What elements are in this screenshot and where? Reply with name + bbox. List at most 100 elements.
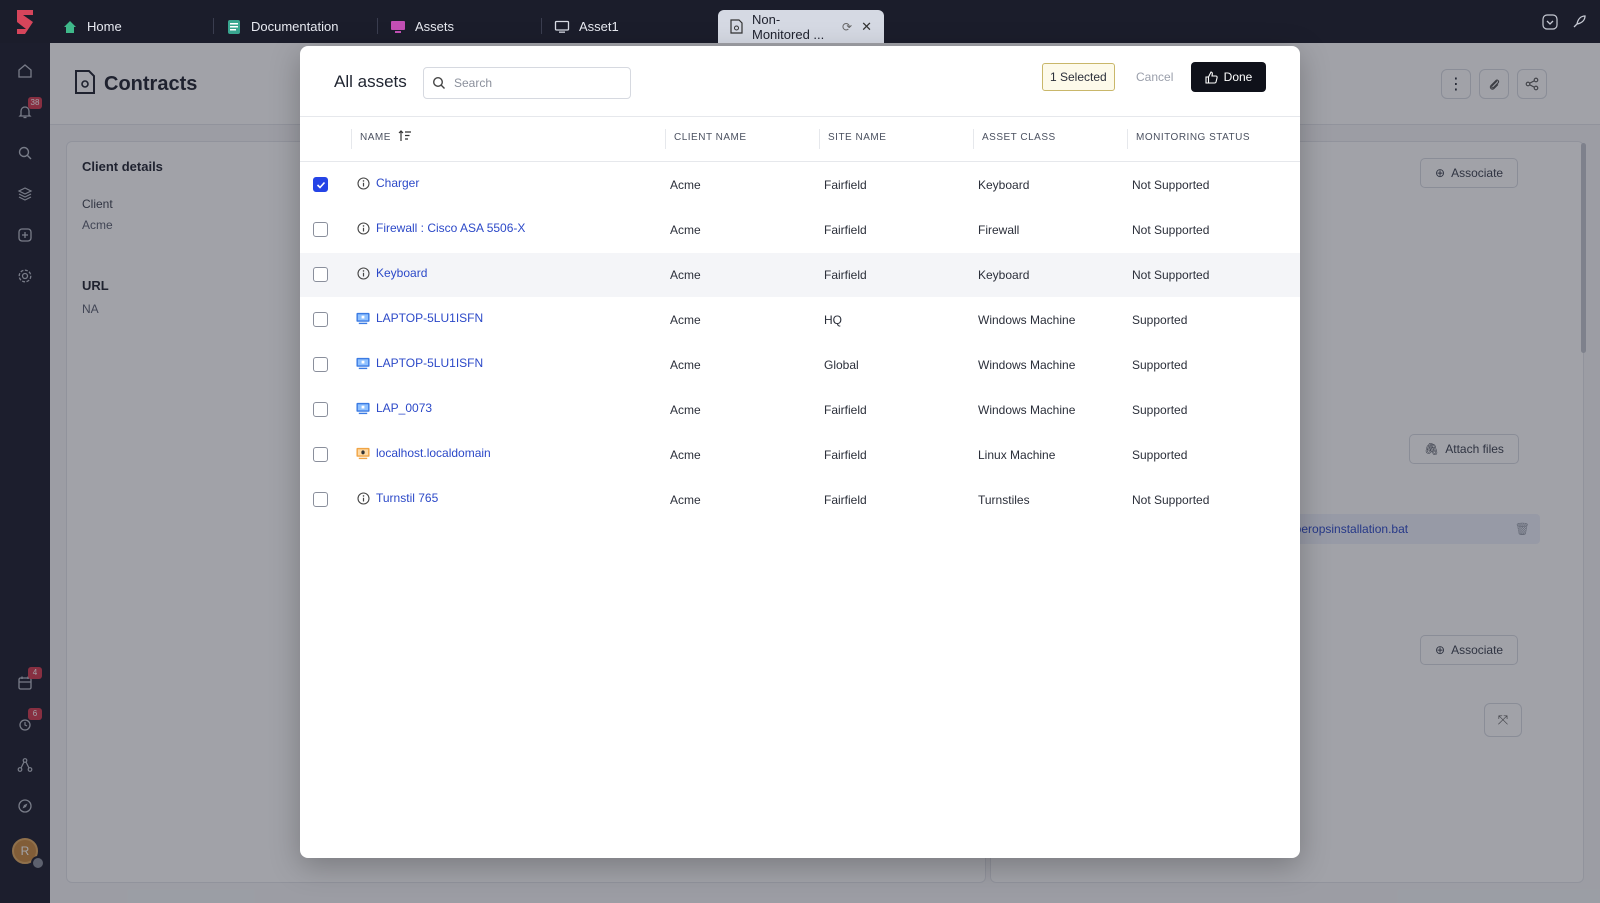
search-box[interactable]: [423, 67, 631, 99]
client-name-cell: Acme: [670, 403, 701, 417]
asset-name-link[interactable]: Charger: [376, 176, 419, 190]
asset-name-link[interactable]: Keyboard: [376, 266, 427, 280]
windows-machine-icon: [356, 401, 370, 415]
asset-class-cell: Firewall: [978, 223, 1020, 237]
site-name-cell: HQ: [824, 313, 842, 327]
row-checkbox[interactable]: [313, 402, 328, 417]
column-header-monitoring-status[interactable]: MONITORING STATUS: [1136, 132, 1250, 143]
column-header-site-name[interactable]: SITE NAME: [828, 132, 886, 143]
asset-name-link[interactable]: LAPTOP-5LU1ISFN: [376, 311, 483, 325]
check-icon: [316, 181, 325, 189]
cancel-button[interactable]: Cancel: [1136, 70, 1173, 84]
monitoring-status-cell: Not Supported: [1132, 178, 1210, 192]
client-name-cell: Acme: [670, 448, 701, 462]
column-header-asset-class[interactable]: ASSET CLASS: [982, 132, 1056, 143]
row-checkbox[interactable]: [313, 177, 328, 192]
table-row[interactable]: Keyboard Acme Fairfield Keyboard Not Sup…: [300, 253, 1300, 297]
table-row[interactable]: Firewall : Cisco ASA 5506-X Acme Fairfie…: [300, 208, 1300, 252]
site-name-cell: Fairfield: [824, 268, 867, 282]
sort-icon[interactable]: [398, 129, 412, 148]
table-row[interactable]: LAPTOP-5LU1ISFN Acme HQ Windows Machine …: [300, 298, 1300, 342]
tab-label: Assets: [415, 19, 455, 34]
monitoring-status-cell: Supported: [1132, 313, 1188, 327]
site-name-cell: Global: [824, 358, 859, 372]
done-button[interactable]: Done: [1191, 62, 1266, 92]
selected-count-badge: 1 Selected: [1042, 63, 1115, 91]
row-checkbox[interactable]: [313, 222, 328, 237]
info-icon: [356, 266, 370, 280]
asset-name-link[interactable]: Turnstil 765: [376, 491, 438, 505]
linux-machine-icon: [356, 446, 370, 460]
tab-asset1[interactable]: Asset1: [542, 10, 706, 43]
asset-class-cell: Keyboard: [978, 268, 1030, 282]
info-icon: [356, 491, 370, 505]
windows-machine-icon: [356, 356, 370, 370]
asset-name-link[interactable]: localhost.localdomain: [376, 446, 491, 460]
contract-icon: [730, 19, 743, 35]
tab-label: Documentation: [251, 19, 339, 34]
site-name-cell: Fairfield: [824, 403, 867, 417]
table-row[interactable]: Turnstil 765 Acme Fairfield Turnstiles N…: [300, 478, 1300, 522]
asset-class-cell: Linux Machine: [978, 448, 1056, 462]
windows-machine-icon: [356, 311, 370, 325]
thumbs-up-icon: [1205, 70, 1218, 84]
tab-label: Home: [87, 19, 122, 34]
search-input[interactable]: [454, 76, 614, 90]
info-icon: [356, 176, 370, 190]
monitoring-status-cell: Not Supported: [1132, 268, 1210, 282]
client-name-cell: Acme: [670, 358, 701, 372]
monitoring-status-cell: Supported: [1132, 358, 1188, 372]
table-row[interactable]: localhost.localdomain Acme Fairfield Lin…: [300, 433, 1300, 477]
client-name-cell: Acme: [670, 223, 701, 237]
client-name-cell: Acme: [670, 493, 701, 507]
modal-title: All assets: [334, 72, 407, 91]
info-icon: [356, 221, 370, 235]
monitoring-status-cell: Not Supported: [1132, 223, 1210, 237]
row-checkbox[interactable]: [313, 447, 328, 462]
tab-label: Asset1: [579, 19, 619, 34]
table-row[interactable]: LAP_0073 Acme Fairfield Windows Machine …: [300, 388, 1300, 432]
asset-class-cell: Windows Machine: [978, 313, 1076, 327]
row-checkbox[interactable]: [313, 357, 328, 372]
site-name-cell: Fairfield: [824, 178, 867, 192]
top-tab-bar: Home Documentation Assets Asset1 Non-Mon…: [0, 0, 1600, 43]
tab-documentation[interactable]: Documentation: [214, 10, 378, 43]
asset-class-cell: Windows Machine: [978, 403, 1076, 417]
asset-class-cell: Turnstiles: [978, 493, 1030, 507]
column-header-name[interactable]: NAME: [360, 132, 391, 143]
client-name-cell: Acme: [670, 178, 701, 192]
tab-home[interactable]: Home: [50, 10, 214, 43]
table-row[interactable]: LAPTOP-5LU1ISFN Acme Global Windows Mach…: [300, 343, 1300, 387]
row-checkbox[interactable]: [313, 312, 328, 327]
document-icon: [226, 19, 242, 35]
monitoring-status-cell: Supported: [1132, 448, 1188, 462]
tab-label: Non-Monitored ...: [752, 11, 825, 42]
home-icon: [62, 19, 78, 35]
table-header: NAME CLIENT NAME SITE NAME ASSET CLASS M…: [300, 116, 1300, 162]
site-name-cell: Fairfield: [824, 223, 867, 237]
column-header-client-name[interactable]: CLIENT NAME: [674, 132, 747, 143]
asset-class-cell: Windows Machine: [978, 358, 1076, 372]
tab-non-monitored[interactable]: Non-Monitored ... ⟳ ✕: [718, 10, 884, 43]
tab-assets[interactable]: Assets: [378, 10, 542, 43]
table-row[interactable]: Charger Acme Fairfield Keyboard Not Supp…: [300, 163, 1300, 207]
search-icon: [424, 68, 454, 98]
client-name-cell: Acme: [670, 268, 701, 282]
monitor-icon: [554, 19, 570, 35]
client-name-cell: Acme: [670, 313, 701, 327]
asset-class-cell: Keyboard: [978, 178, 1030, 192]
site-name-cell: Fairfield: [824, 448, 867, 462]
close-icon[interactable]: ✕: [861, 19, 872, 35]
row-checkbox[interactable]: [313, 492, 328, 507]
asset-name-link[interactable]: LAPTOP-5LU1ISFN: [376, 356, 483, 370]
monitoring-status-cell: Not Supported: [1132, 493, 1210, 507]
asset-name-link[interactable]: Firewall : Cisco ASA 5506-X: [376, 221, 525, 235]
row-checkbox[interactable]: [313, 267, 328, 282]
superops-logo-icon[interactable]: [9, 6, 41, 38]
asset-name-link[interactable]: LAP_0073: [376, 401, 432, 415]
all-assets-modal: All assets 1 Selected Cancel Done NAME C…: [300, 46, 1300, 858]
rocket-icon[interactable]: [1569, 12, 1589, 32]
chevron-down-icon[interactable]: [1540, 12, 1560, 32]
refresh-icon[interactable]: ⟳: [842, 20, 852, 34]
monitoring-status-cell: Supported: [1132, 403, 1188, 417]
